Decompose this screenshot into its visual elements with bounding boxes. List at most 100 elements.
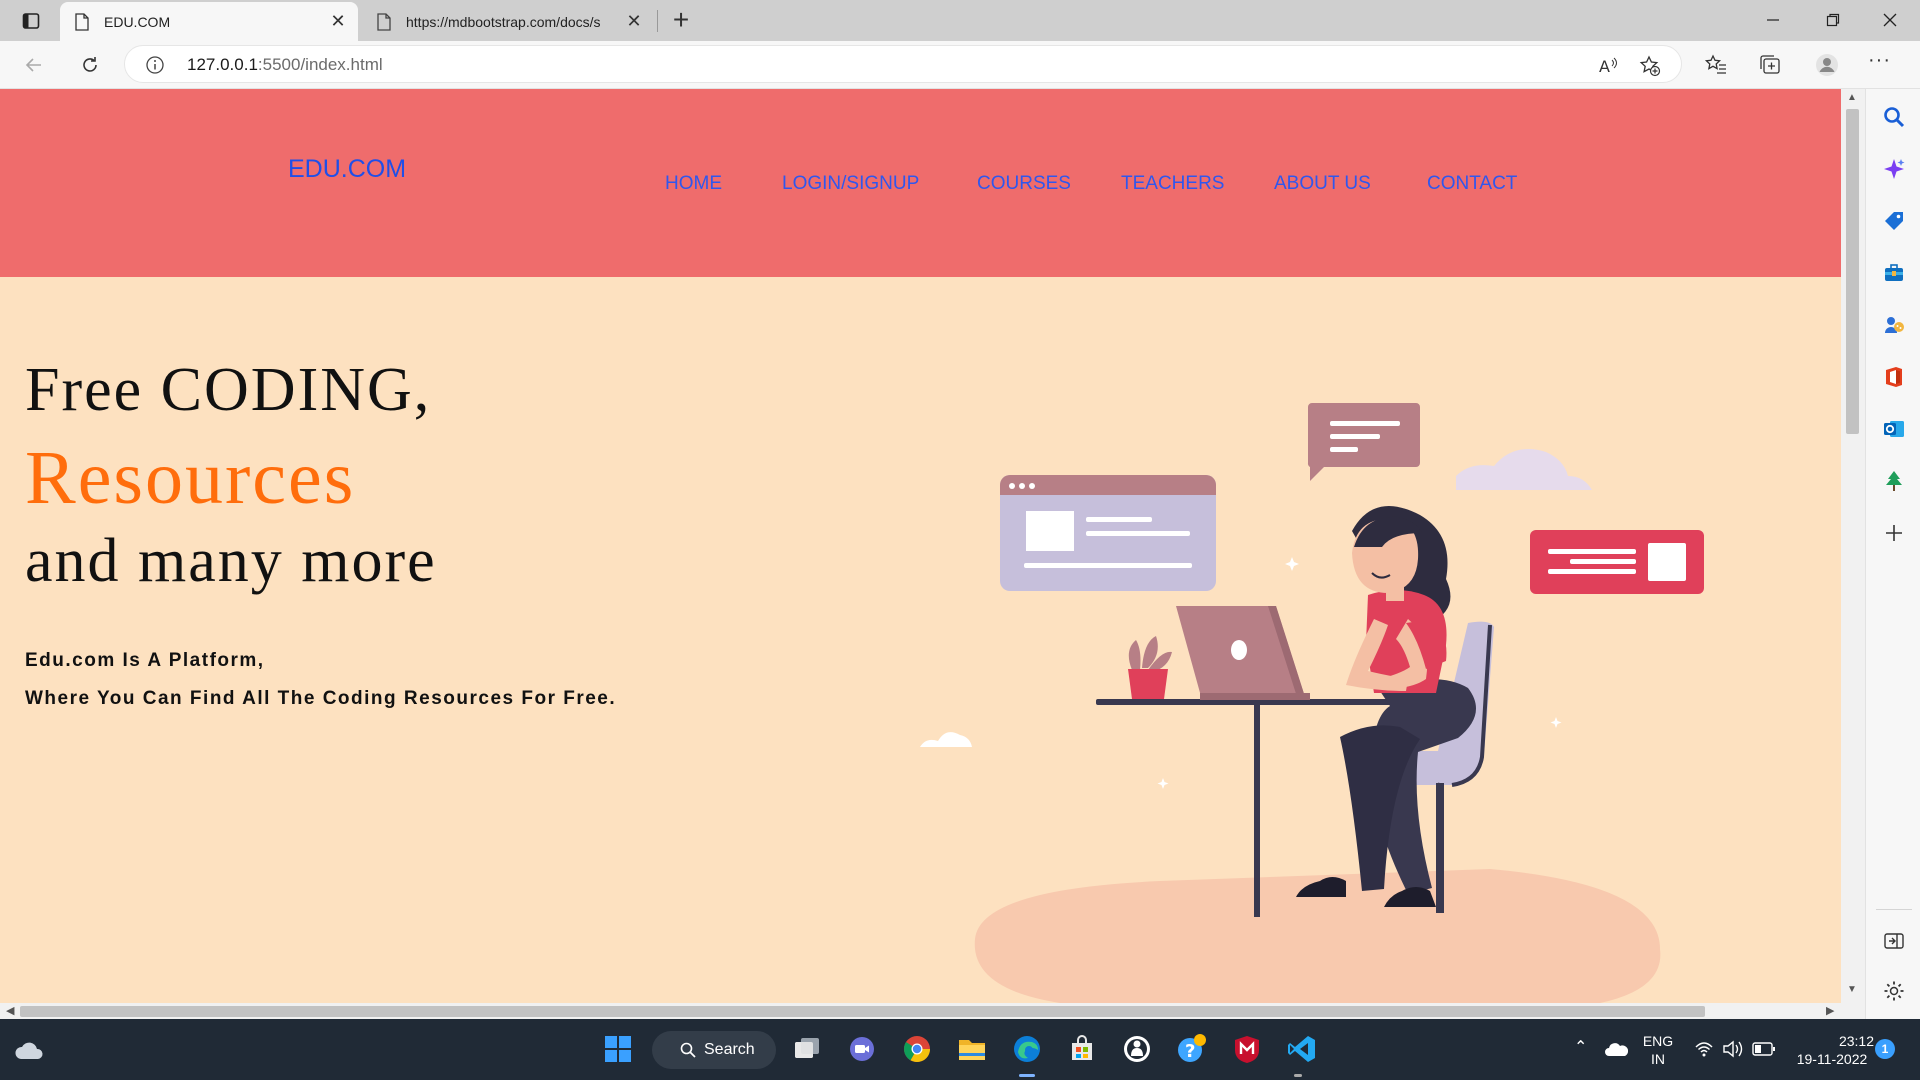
woman-figure [1296,506,1476,907]
sidebar-settings-gear-icon[interactable] [1882,979,1906,1003]
minimize-button[interactable] [1745,0,1801,40]
mcafee-shield-icon [1235,1036,1259,1063]
horizontal-scroll-thumb[interactable] [20,1006,1705,1017]
get-help-button[interactable]: ? [1175,1032,1209,1066]
hero-heading-line1: Free CODING, [25,356,432,424]
windows-logo-icon [605,1036,631,1062]
scroll-left-arrow-icon[interactable]: ◀ [6,1004,14,1017]
onedrive-cloud-icon[interactable] [1604,1041,1628,1057]
microsoft-store-button[interactable] [1065,1032,1099,1066]
browser-card [1000,475,1216,591]
vscode-running-indicator [1294,1074,1302,1077]
copilot-sparkle-icon[interactable] [1882,157,1906,181]
edge-button[interactable] [1010,1032,1044,1066]
refresh-button[interactable] [74,49,106,81]
profile-avatar-icon[interactable] [1815,53,1839,77]
add-favorite-icon[interactable] [1639,55,1661,77]
address-bar[interactable]: 127.0.0.1:5500/index.html A [124,45,1682,83]
vertical-scrollbar[interactable]: ▲ ▼ [1841,89,1865,1003]
vertical-scroll-thumb[interactable] [1846,109,1859,434]
close-icon [1883,13,1897,27]
scroll-down-arrow-icon[interactable]: ▼ [1847,984,1857,995]
show-hidden-icons-chevron-icon[interactable]: ⌃ [1574,1037,1587,1057]
tab-divider [657,10,658,32]
notification-card [1530,530,1704,594]
close-tab-icon[interactable]: ✕ [620,11,648,32]
nav-home[interactable]: HOME [665,173,722,195]
help-question-icon: ? [1178,1034,1206,1062]
clock-date: 19-11-2022 [1796,1051,1868,1067]
shopping-tag-icon[interactable] [1882,209,1906,233]
battery-icon[interactable] [1752,1041,1776,1057]
task-view-icon [795,1038,819,1058]
svg-text:A: A [1599,57,1610,76]
close-tab-icon[interactable]: ✕ [324,11,352,32]
laptop [1176,606,1310,700]
site-logo-link[interactable]: EDU.COM [288,155,406,184]
nav-login-signup[interactable]: LOGIN/SIGNUP [782,173,919,195]
restore-icon [1826,13,1840,27]
new-tab-button[interactable]: + [664,4,698,36]
vscode-icon [1288,1036,1315,1062]
nav-contact[interactable]: CONTACT [1427,173,1517,195]
scroll-up-arrow-icon[interactable]: ▲ [1847,92,1857,103]
nav-courses[interactable]: COURSES [977,173,1071,195]
notification-badge[interactable]: 1 [1875,1039,1895,1059]
settings-more-icon[interactable]: ··· [1868,49,1891,72]
search-icon [680,1042,696,1058]
vscode-button[interactable] [1285,1032,1319,1066]
nav-teachers[interactable]: TEACHERS [1121,173,1224,195]
restore-button[interactable] [1805,0,1861,40]
collections-icon[interactable] [1758,53,1782,77]
add-sidebar-app-icon[interactable] [1882,521,1906,545]
input-language-bottom: IN [1651,1051,1665,1067]
tree-drop-icon[interactable] [1882,469,1906,493]
outlook-icon[interactable] [1882,417,1906,441]
refresh-icon [83,57,97,72]
url-text: 127.0.0.1:5500/index.html [187,55,383,75]
chrome-icon [903,1036,931,1063]
close-window-button[interactable] [1862,0,1918,40]
mcafee-button[interactable] [1230,1032,1264,1066]
page-icon [377,12,391,31]
chrome-button[interactable] [900,1032,934,1066]
github-cat-icon [1124,1036,1150,1062]
tab-mdbootstrap[interactable]: https://mdbootstrap.com/docs/s ✕ [362,2,654,41]
input-language-top: ENG [1642,1033,1674,1049]
tab-actions-button[interactable] [14,8,48,34]
office-icon[interactable] [1882,365,1906,389]
read-aloud-icon[interactable]: A [1597,55,1619,77]
store-bag-icon [1072,1035,1092,1060]
clock[interactable]: 23:12 19-11-2022 [1790,1032,1874,1068]
games-icon[interactable] [1882,313,1906,337]
plant [1128,636,1172,699]
task-view-button[interactable] [790,1032,824,1066]
taskbar-search[interactable]: Search [652,1031,776,1069]
nav-about-us[interactable]: ABOUT US [1274,173,1371,195]
favorites-icon[interactable] [1704,53,1728,77]
scroll-right-arrow-icon[interactable]: ▶ [1826,1004,1834,1017]
hero-description-line2: Where You Can Find All The Coding Resour… [25,688,617,709]
folder-icon [959,1040,985,1060]
volume-icon[interactable] [1722,1039,1744,1059]
tools-briefcase-icon[interactable] [1882,261,1906,285]
search-icon[interactable] [1882,105,1906,129]
teams-chat-button[interactable] [845,1032,879,1066]
url-path: :5500/index.html [257,55,383,74]
chat-camera-icon [850,1037,874,1061]
back-button[interactable] [18,49,50,81]
file-explorer-button[interactable] [955,1032,989,1066]
github-desktop-button[interactable] [1120,1032,1154,1066]
input-language[interactable]: ENG IN [1640,1032,1676,1068]
start-button[interactable] [601,1032,635,1066]
tab-edu[interactable]: EDU.COM ✕ [60,2,358,41]
horizontal-scrollbar[interactable]: ◀ ▶ [0,1003,1841,1019]
tab-actions-icon [22,13,40,29]
site-info-icon[interactable] [145,55,165,75]
hide-sidebar-icon[interactable] [1882,929,1906,953]
tab-title: https://mdbootstrap.com/docs/s [406,13,601,30]
wifi-icon[interactable] [1694,1039,1714,1059]
weather-cloud-icon[interactable] [14,1037,44,1063]
edge-sidebar [1865,89,1920,1019]
edge-active-indicator [1019,1074,1035,1077]
